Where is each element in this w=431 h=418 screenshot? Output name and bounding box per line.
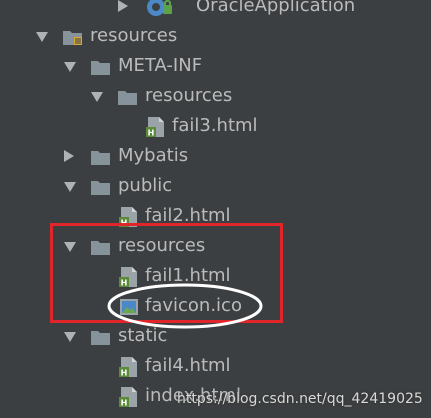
html-file-icon: H	[118, 356, 140, 378]
resources-root-folder-icon	[62, 26, 84, 48]
tree-item-label: fail3.html	[172, 115, 258, 136]
collapse-arrow-icon[interactable]	[36, 32, 48, 42]
svg-text:H: H	[121, 369, 128, 378]
tree-item-label: META-INF	[118, 55, 203, 76]
tree-item-label: resources	[90, 25, 178, 46]
tree-item-label: Mybatis	[118, 145, 189, 166]
tree-item-label: fail4.html	[145, 355, 231, 376]
tree-item-mybatis[interactable]: Mybatis	[0, 142, 431, 172]
collapse-arrow-icon[interactable]	[91, 92, 103, 102]
folder-icon	[90, 56, 112, 78]
svg-text:H: H	[148, 129, 155, 138]
collapse-arrow-icon[interactable]	[64, 182, 76, 192]
tree-item-label: public	[118, 175, 173, 196]
tree-item-label: resources	[145, 85, 233, 106]
highlight-ellipse	[107, 283, 263, 329]
tree-item-resources-root[interactable]: resources	[0, 22, 431, 52]
project-tree: OracleApplication resources META-INF res…	[0, 0, 431, 418]
svg-text:H: H	[121, 399, 128, 408]
tree-item-fail3[interactable]: H fail3.html	[0, 112, 431, 142]
folder-icon	[90, 176, 112, 198]
tree-item-fail4[interactable]: H fail4.html	[0, 352, 431, 382]
expand-arrow-icon[interactable]	[118, 0, 128, 12]
watermark-text: https://blog.csdn.net/qq_42419025	[177, 391, 423, 407]
tree-item-oracle-application[interactable]: OracleApplication	[0, 0, 431, 22]
tree-item-label: OracleApplication	[196, 0, 356, 16]
tree-item-meta-inf-resources[interactable]: resources	[0, 82, 431, 112]
collapse-arrow-icon[interactable]	[64, 332, 76, 342]
html-file-icon: H	[145, 116, 167, 138]
expand-arrow-icon[interactable]	[64, 150, 74, 162]
folder-icon	[117, 86, 139, 108]
html-file-icon: H	[118, 386, 140, 408]
tree-item-public[interactable]: public	[0, 172, 431, 202]
spring-boot-run-icon	[146, 0, 172, 18]
folder-icon	[90, 146, 112, 168]
tree-item-meta-inf[interactable]: META-INF	[0, 52, 431, 82]
collapse-arrow-icon[interactable]	[64, 62, 76, 72]
